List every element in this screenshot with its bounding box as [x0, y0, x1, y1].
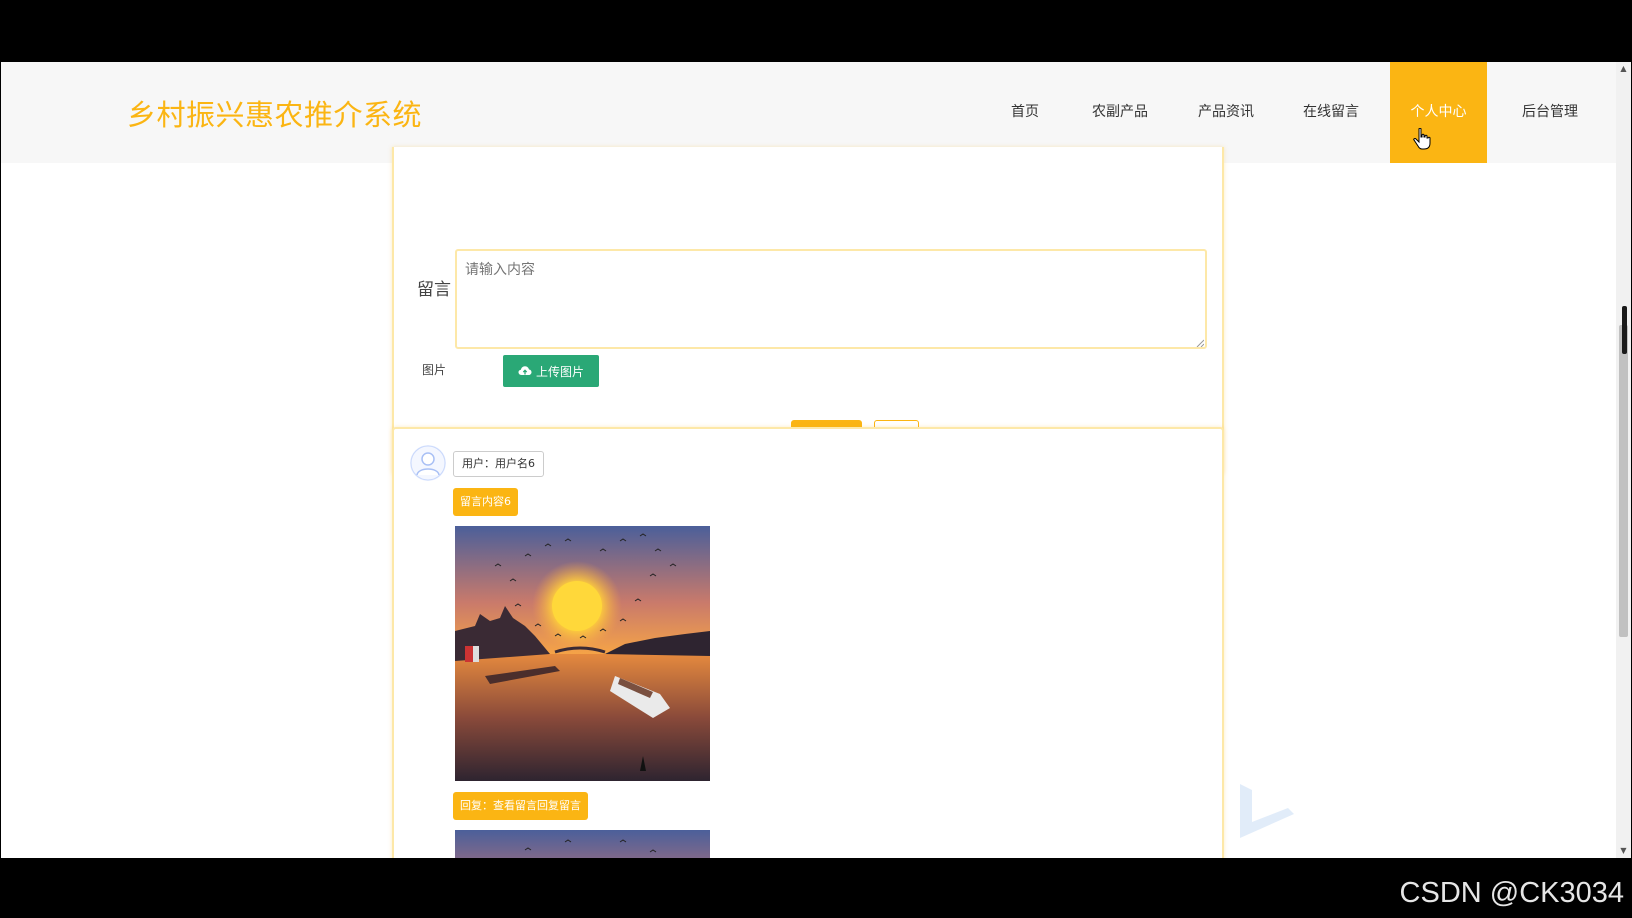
scroll-down-icon[interactable]: ▼: [1616, 844, 1631, 858]
user-avatar-icon: [410, 445, 446, 481]
nav-online-message[interactable]: 在线留言: [1295, 62, 1367, 163]
cloud-upload-icon: [518, 366, 532, 375]
scroll-indicator-mark: [1622, 306, 1627, 354]
scroll-up-icon[interactable]: ▲: [1616, 62, 1631, 76]
message-content-tag: 留言内容6: [453, 488, 518, 516]
vertical-scrollbar[interactable]: ▲ ▼: [1616, 62, 1631, 858]
browser-viewport: 乡村振兴惠农推介系统 首页 农副产品 产品资讯 在线留言 个人中心 后台管理 留…: [1, 62, 1631, 858]
nav-personal-center[interactable]: 个人中心: [1390, 62, 1487, 163]
reply-photo: [455, 830, 710, 858]
message-textarea[interactable]: [455, 249, 1207, 349]
message-photo: [455, 526, 710, 781]
message-form-panel: 留言 图片 上传图片 立即提交 重置: [392, 147, 1224, 475]
message-label: 留言: [417, 280, 451, 300]
image-label: 图片: [422, 363, 447, 377]
scrollbar-thumb[interactable]: [1619, 325, 1628, 637]
user-avatar: [410, 445, 446, 481]
site-brand[interactable]: 乡村振兴惠农推介系统: [127, 92, 422, 134]
message-reply-tag: 回复：查看留言回复留言: [453, 792, 588, 820]
csdn-watermark: CSDN @CK3034: [1399, 877, 1624, 909]
video-player-logo-icon: [1240, 784, 1294, 838]
reply-image: [455, 830, 710, 858]
message-user-tag: 用户：用户名6: [453, 451, 544, 477]
upload-image-label: 上传图片: [535, 364, 584, 379]
nav-admin[interactable]: 后台管理: [1514, 62, 1586, 163]
upload-image-button[interactable]: 上传图片: [503, 355, 599, 387]
message-list-panel: 用户：用户名6 留言内容6 回复：查看留言回复留言: [392, 427, 1224, 858]
resize-grip-icon[interactable]: [1196, 339, 1204, 347]
sunset-river-image: [455, 526, 710, 781]
hand-cursor-icon: [1413, 128, 1431, 150]
